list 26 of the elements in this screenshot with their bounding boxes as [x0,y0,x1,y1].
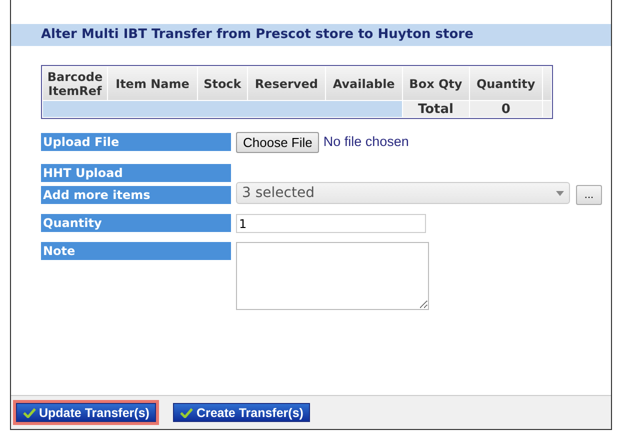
field-label: Upload File [41,133,231,151]
field-label: Note [41,242,231,260]
transfer-button[interactable]: Update Transfer(s) [16,403,156,422]
note-field[interactable] [236,242,429,310]
field-label: HHT Upload [41,164,231,182]
check-icon [23,408,36,418]
transfer-button[interactable]: Create Transfer(s) [173,403,310,422]
total-value: 0 [470,101,542,117]
column-header: Reserved [248,67,325,100]
column-header: Quantity [470,67,542,100]
choose-file-button[interactable]: Choose File [236,132,320,153]
panel-title: Alter Multi IBT Transfer from Prescot store to Huyton store [11,24,611,46]
check-icon [180,408,194,418]
total-label: Total [402,101,469,117]
caret-icon [556,190,564,196]
column-header: Box Qty [402,67,469,100]
field-label: Add more items [41,186,231,204]
file-status: No file chosen [323,133,409,151]
browse-button[interactable]: ... [576,185,602,205]
column-header: Item Name [108,67,198,100]
column-header: Stock [198,67,247,100]
items-dropdown[interactable]: 3 selected [236,182,570,204]
column-header: Available [326,67,402,100]
quantity-field[interactable]: 1 [236,214,426,233]
column-header: Barcode ItemRef [43,67,107,100]
field-label: Quantity [41,214,231,232]
